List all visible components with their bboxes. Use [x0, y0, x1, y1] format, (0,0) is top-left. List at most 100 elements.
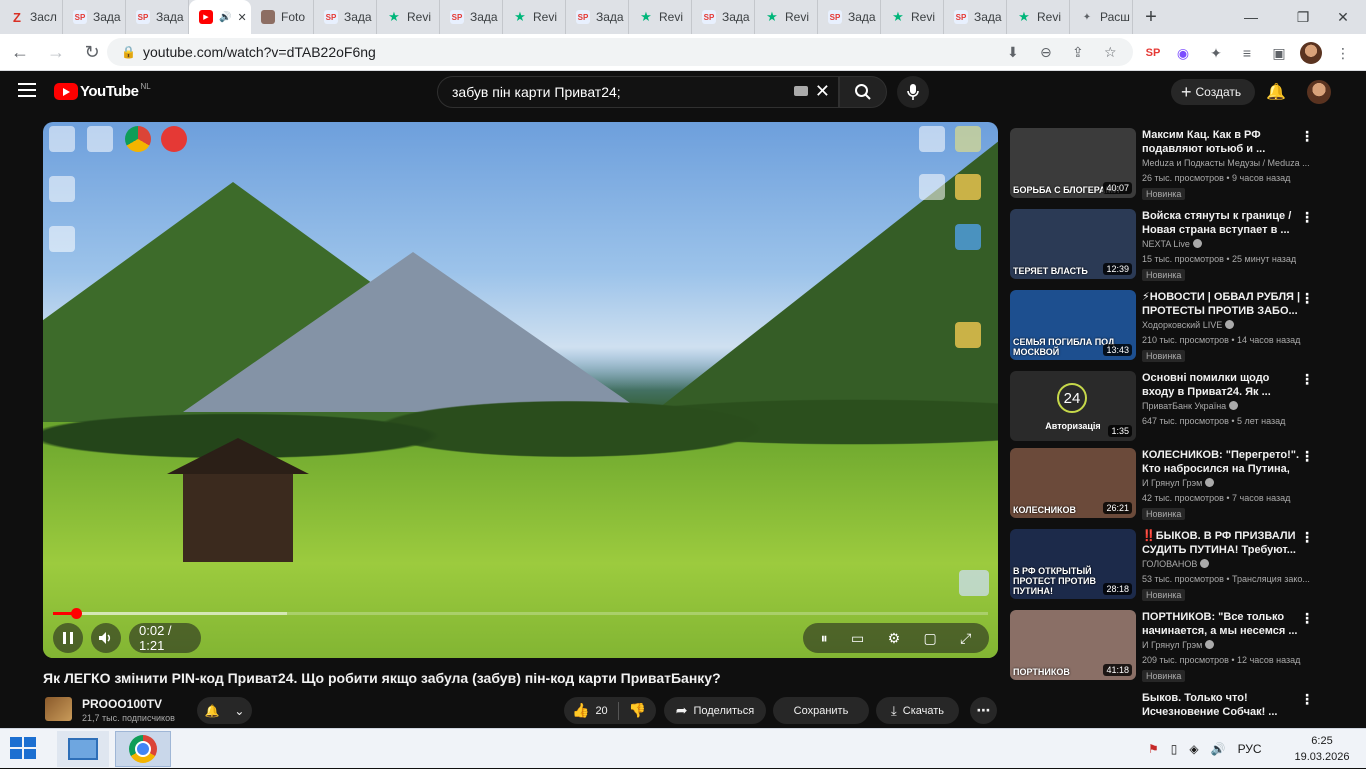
extensions-puzzle-icon[interactable]: ✦: [1205, 42, 1227, 64]
zoom-icon[interactable]: ⊖: [1040, 44, 1052, 61]
recommendation-title[interactable]: Войска стянуты к границе / Новая страна …: [1142, 209, 1302, 237]
recommendation-card[interactable]: ПОРТНИКОВ 41:18 ПОРТНИКОВ: "Все только нач…: [1010, 610, 1360, 682]
like-button[interactable]: 👍 20: [572, 702, 608, 719]
browser-tab[interactable]: ✦ Расш: [1070, 0, 1133, 34]
more-options-icon[interactable]: ⋮: [1300, 448, 1314, 465]
browser-tab[interactable]: Z Засл: [0, 0, 63, 34]
wifi-icon[interactable]: ◈: [1189, 742, 1198, 756]
new-tab-button[interactable]: +: [1133, 6, 1169, 29]
recommendation-channel[interactable]: И Грянул Грэм: [1142, 640, 1312, 650]
recommendation-title[interactable]: ‼️БЫКОВ. В РФ ПРИЗВАЛИ СУДИТЬ ПУТИНА! Тр…: [1142, 529, 1302, 557]
browser-tab[interactable]: ★ Revi: [881, 0, 944, 34]
browser-tab[interactable]: ▶ 🔊 ✕: [189, 0, 251, 34]
recommendation-card[interactable]: БОРЬБА С БЛОГЕРАМИ 40:07 Максим Кац. Как в…: [1010, 128, 1360, 200]
browser-tab[interactable]: ★ Revi: [503, 0, 566, 34]
video-thumbnail[interactable]: ПОРТНИКОВ 41:18: [1010, 610, 1136, 680]
dislike-button[interactable]: 👎: [629, 702, 646, 719]
reload-button[interactable]: ↻: [76, 36, 108, 68]
more-options-icon[interactable]: ⋮: [1300, 290, 1314, 307]
more-options-icon[interactable]: ⋮: [1300, 371, 1314, 388]
side-panel-icon[interactable]: ▣: [1268, 42, 1290, 64]
recommendation-card[interactable]: 24 Авторизація 1:35 Основні помилки щодо вх…: [1010, 371, 1360, 443]
fullscreen-icon[interactable]: ⤢: [960, 630, 971, 647]
more-actions-button[interactable]: ⋯: [970, 697, 997, 724]
more-options-icon[interactable]: ⋮: [1300, 610, 1314, 627]
keyboard-icon[interactable]: [794, 86, 808, 96]
browser-tab[interactable]: SP Зада: [944, 0, 1007, 34]
close-tab-icon[interactable]: ✕: [237, 11, 246, 24]
recommendation-channel[interactable]: ГОЛОВАНОВ: [1142, 559, 1312, 569]
recommendation-card[interactable]: КОЛЕСНИКОВ 26:21 КОЛЕСНИКОВ: "Перегрето!".…: [1010, 448, 1360, 520]
chrome-menu-icon[interactable]: ⋮: [1332, 42, 1354, 64]
subscription-bell-button[interactable]: 🔔 ⌄: [197, 697, 252, 724]
more-options-icon[interactable]: ⋮: [1300, 209, 1314, 226]
taskbar-app-chrome[interactable]: [115, 731, 171, 767]
video-thumbnail[interactable]: 24 Авторизація 1:35: [1010, 371, 1136, 441]
youtube-logo[interactable]: YouTube NL: [54, 82, 151, 100]
recommendation-channel[interactable]: Meduza и Подкасты Медузы / Meduza ...: [1142, 158, 1312, 168]
browser-tab[interactable]: SP Зада: [818, 0, 881, 34]
download-button[interactable]: ⤓ Скачать: [876, 697, 959, 724]
start-button[interactable]: [10, 737, 38, 761]
channel-avatar[interactable]: [45, 697, 72, 721]
create-button[interactable]: + Создать: [1171, 79, 1255, 105]
back-button[interactable]: ←: [4, 36, 36, 68]
battery-icon[interactable]: ▯: [1171, 742, 1178, 756]
pause-button[interactable]: [53, 623, 83, 653]
save-button[interactable]: Сохранить: [773, 697, 869, 724]
browser-tab[interactable]: ★ Revi: [629, 0, 692, 34]
bookmark-star-icon[interactable]: ☆: [1104, 44, 1117, 61]
recommendation-title[interactable]: ⚡НОВОСТИ | ОБВАЛ РУБЛЯ | ПРОТЕСТЫ ПРОТИВ…: [1142, 290, 1302, 318]
recommendation-card[interactable]: ТЕРЯЕТ ВЛАСТЬ 12:39 Войска стянуты к грани…: [1010, 209, 1360, 281]
recommendation-title[interactable]: Быков. Только что! Исчезновение Собчак! …: [1142, 691, 1302, 719]
search-input[interactable]: забув пін карти Приват24; ✕: [437, 76, 839, 108]
clock[interactable]: 6:25 19.03.2026: [1290, 733, 1354, 765]
more-options-icon[interactable]: ⋮: [1300, 691, 1314, 708]
share-icon[interactable]: ⇪: [1072, 44, 1084, 61]
language-indicator[interactable]: РУС: [1238, 742, 1262, 756]
theater-mode-icon[interactable]: ▢: [924, 630, 937, 647]
browser-tab[interactable]: SP Зада: [63, 0, 126, 34]
profile-avatar[interactable]: [1300, 42, 1322, 64]
extension-compass-icon[interactable]: ◉: [1172, 42, 1194, 64]
browser-tab[interactable]: ★ Revi: [377, 0, 440, 34]
video-player[interactable]: 0:02 / 1:21 ⏸ ▭ ⚙ ▢ ⤢: [43, 122, 998, 658]
recommendation-title[interactable]: КОЛЕСНИКОВ: "Перегрето!". Кто набросился…: [1142, 448, 1302, 476]
voice-search-button[interactable]: [897, 76, 929, 108]
video-thumbnail[interactable]: КОЛЕСНИКОВ 26:21: [1010, 448, 1136, 518]
recommendation-channel[interactable]: ПриватБанк Україна: [1142, 401, 1312, 411]
recommendation-title[interactable]: Основні помилки щодо входу в Приват24. Я…: [1142, 371, 1302, 399]
video-thumbnail[interactable]: ТЕРЯЕТ ВЛАСТЬ 12:39: [1010, 209, 1136, 279]
browser-tab[interactable]: Foto: [251, 0, 314, 34]
browser-tab[interactable]: SP Зада: [314, 0, 377, 34]
clear-search-icon[interactable]: ✕: [815, 81, 830, 102]
recommendation-title[interactable]: Максим Кац. Как в РФ подавляют ютьюб и .…: [1142, 128, 1302, 156]
speaker-icon[interactable]: 🔊: [1211, 742, 1226, 756]
media-queue-icon[interactable]: ≡: [1236, 42, 1258, 64]
settings-gear-icon[interactable]: ⚙: [888, 630, 901, 647]
progress-bar[interactable]: [53, 608, 988, 619]
minimize-button[interactable]: —: [1228, 0, 1274, 34]
taskbar-app-control-panel[interactable]: [57, 731, 109, 767]
browser-tab[interactable]: SP Зада: [126, 0, 189, 34]
network-error-icon[interactable]: ⚑: [1148, 742, 1159, 756]
browser-tab[interactable]: ★ Revi: [1007, 0, 1070, 34]
video-thumbnail[interactable]: БОРЬБА С БЛОГЕРАМИ 40:07: [1010, 128, 1136, 198]
more-options-icon[interactable]: ⋮: [1300, 529, 1314, 546]
recommendation-title[interactable]: ПОРТНИКОВ: "Все только начинается, а мы …: [1142, 610, 1302, 638]
menu-icon[interactable]: [18, 83, 36, 97]
recommendation-channel[interactable]: И Грянул Грэм: [1142, 478, 1312, 488]
account-avatar[interactable]: [1307, 80, 1331, 104]
browser-tab[interactable]: SP Зада: [692, 0, 755, 34]
browser-tab[interactable]: SP Зада: [440, 0, 503, 34]
sp-extension-icon[interactable]: SP: [1142, 42, 1164, 64]
install-icon[interactable]: ⬇: [1007, 44, 1019, 61]
recommendation-card[interactable]: В РФ ОТКРЫТЫЙ ПРОТЕСТ ПРОТИВ ПУТИНА! 28:1…: [1010, 529, 1360, 601]
browser-tab[interactable]: SP Зада: [566, 0, 629, 34]
search-button[interactable]: [839, 76, 887, 108]
subtitles-icon[interactable]: ▭: [851, 630, 864, 647]
autoplay-toggle-icon[interactable]: ⏸: [821, 630, 828, 647]
close-window-button[interactable]: ✕: [1320, 0, 1366, 34]
browser-tab[interactable]: ★ Revi: [755, 0, 818, 34]
channel-name[interactable]: PROOO100TV: [82, 697, 162, 711]
